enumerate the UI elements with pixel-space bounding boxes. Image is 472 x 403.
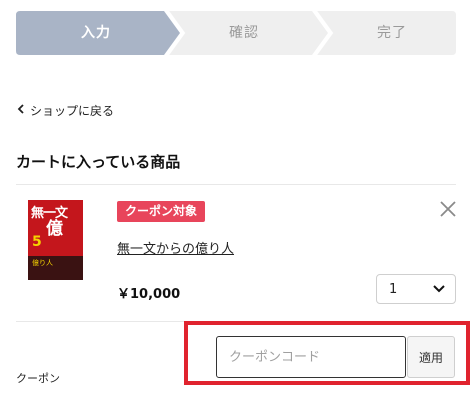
cart-page: 入力 確認 完了 ショップに戻る カートに入っている商品 無一文 億 5 億り人… bbox=[0, 0, 472, 403]
apply-coupon-button[interactable]: 適用 bbox=[407, 336, 455, 378]
chevron-left-icon bbox=[16, 103, 26, 118]
step-input: 入力 bbox=[81, 25, 111, 41]
coupon-label: クーポン bbox=[16, 372, 60, 385]
step-confirm: 確認 bbox=[229, 25, 259, 41]
quantity-select[interactable]: 1 bbox=[376, 274, 456, 304]
product-name-link[interactable]: 無一文からの億り人 bbox=[117, 238, 234, 257]
back-link-label: ショップに戻る bbox=[30, 104, 115, 118]
divider bbox=[16, 184, 456, 185]
checkout-steps: 入力 確認 完了 bbox=[16, 11, 456, 55]
coupon-eligible-badge: クーポン対象 bbox=[117, 201, 206, 222]
close-icon bbox=[440, 201, 456, 217]
product-price: ￥10,000 bbox=[117, 287, 181, 302]
cart-title: カートに入っている商品 bbox=[16, 153, 181, 171]
product-image[interactable]: 無一文 億 5 億り人 bbox=[28, 200, 83, 280]
step-complete: 完了 bbox=[377, 25, 407, 41]
chevron-down-icon bbox=[433, 285, 445, 293]
back-to-shop-link[interactable]: ショップに戻る bbox=[16, 102, 114, 119]
coupon-code-input[interactable] bbox=[216, 336, 406, 378]
quantity-value: 1 bbox=[389, 281, 398, 297]
remove-item-button[interactable] bbox=[437, 198, 459, 220]
